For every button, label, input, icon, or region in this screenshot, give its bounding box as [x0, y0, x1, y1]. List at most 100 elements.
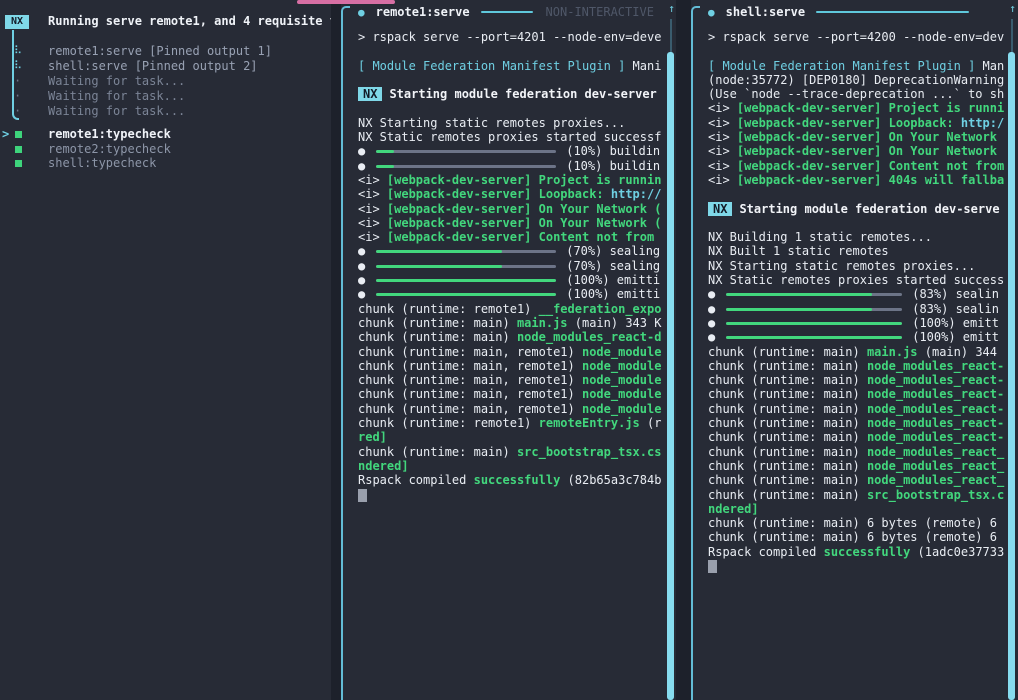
terminal-text: [webpack-dev-server] Content not from [737, 159, 1004, 173]
terminal-text: ndered] [358, 459, 409, 473]
queued-task-list: >remote1:typecheckremote2:typecheckshell… [0, 127, 331, 171]
terminal-text: remoteEntry.js [539, 416, 640, 430]
terminal-line: red] [358, 430, 667, 444]
task-label: shell:serve [Pinned output 2] [48, 59, 258, 73]
terminal-text: NX Built 1 static remotes [708, 244, 889, 258]
terminal-text: src_bootstrap_tsx.c [867, 488, 1004, 502]
progress-bar-fill [376, 165, 394, 168]
task-row[interactable]: ·Waiting for task... [0, 104, 331, 119]
progress-bar-fill [726, 322, 902, 325]
terminal-text: chunk (runtime: main) [708, 416, 867, 430]
progress-label: (83%) sealin [912, 302, 999, 316]
progress-bullet-icon: ● [358, 287, 365, 301]
scrollbar[interactable]: ↑ [667, 2, 676, 700]
terminal-text: node_modules_react- [867, 416, 1004, 430]
terminal-line: NX Starting static remotes proxies... [358, 116, 667, 130]
terminal-text: > rspack serve --port=4200 --node-env=de… [708, 30, 1004, 44]
terminal-line: ●(10%) buildin [358, 144, 667, 158]
terminal-output-shell-serve: > rspack serve --port=4200 --node-env=de… [708, 30, 1006, 700]
terminal-line: NXStarting module federation dev-server [358, 87, 667, 101]
terminal-text: [webpack-dev-server] On Your Network ( [387, 202, 662, 216]
terminal-text: chunk (runtime: main) 6 bytes (remote) 6 [708, 516, 997, 530]
terminal-line [708, 559, 1006, 573]
pane-header-remote1-serve[interactable]: ● remote1:serve NON-INTERACTIVE [358, 4, 654, 20]
scroll-up-icon[interactable]: ↑ [1008, 2, 1017, 16]
terminal-line: chunk (runtime: main) node_modules_react… [708, 402, 1006, 416]
terminal-line: NXStarting module federation dev-serve [708, 202, 1006, 216]
terminal-line: <i> [webpack-dev-server] On Your Network [708, 144, 1006, 158]
progress-bar-fill [726, 336, 902, 339]
task-row[interactable]: ⠧ shell:serve [Pinned output 2] [0, 59, 331, 74]
task-row[interactable]: shell:typecheck [0, 156, 331, 171]
terminal-line: ●(83%) sealin [708, 287, 1006, 301]
terminal-text: node_modules_react_ [867, 473, 1004, 487]
terminal-line: chunk (runtime: main) node_modules_react… [708, 445, 1006, 459]
square-icon [15, 146, 22, 153]
terminal-line: <i> [webpack-dev-server] On Your Network… [358, 202, 667, 216]
terminal-text: chunk (runtime: main) [708, 387, 867, 401]
terminal-pane-remote1-serve: ● remote1:serve NON-INTERACTIVE > rspack… [341, 0, 676, 700]
task-row[interactable]: ·Waiting for task... [0, 74, 331, 89]
terminal-line: NX Static remotes proxies started succes… [708, 273, 1006, 287]
terminal-line: ●(83%) sealin [708, 302, 1006, 316]
terminal-text: ndered] [708, 502, 759, 516]
terminal-text: successfully [474, 473, 561, 487]
progress-label: (10%) buildin [566, 144, 660, 158]
terminal-text: node_module [582, 373, 661, 387]
terminal-text: Rspack compiled [708, 545, 824, 559]
top-pink-accent-bar [297, 0, 395, 4]
progress-bar [726, 336, 902, 339]
progress-label: (100%) emitt [912, 316, 999, 330]
terminal-line: (Use `node --trace-deprecation ...` to s… [708, 87, 1006, 101]
pane-header-shell-serve[interactable]: ● shell:serve [708, 4, 969, 20]
running-bullet-icon: ● [358, 6, 365, 19]
scroll-up-icon[interactable]: ↑ [667, 2, 676, 16]
task-label: Waiting for task... [48, 74, 185, 88]
task-row[interactable]: ·Waiting for task... [0, 89, 331, 104]
terminal-text: NX Starting static remotes proxies... [358, 116, 625, 130]
terminal-text: [webpack-dev-server] On Your Network [737, 144, 997, 158]
terminal-text: http:// [611, 187, 662, 201]
progress-bar-fill [376, 265, 502, 268]
spinner-icon: ⠧ [14, 59, 22, 72]
terminal-text: <i> [708, 101, 737, 115]
terminal-text: node_modules_react- [867, 387, 1004, 401]
terminal-line: (node:35772) [DEP0180] DeprecationWarnin… [708, 73, 1006, 87]
progress-bullet-icon: ● [358, 244, 365, 258]
terminal-text: <i> [708, 173, 737, 187]
progress-bar [726, 293, 902, 296]
progress-bar-fill [376, 150, 394, 153]
terminal-text: chunk (runtime: main) [708, 345, 867, 359]
terminal-line: chunk (runtime: main) src_bootstrap_tsx.… [708, 488, 1006, 502]
terminal-text: main.js [867, 345, 918, 359]
task-row[interactable]: >remote1:typecheck [0, 127, 331, 142]
progress-bar [376, 279, 556, 282]
task-row[interactable]: remote2:typecheck [0, 142, 331, 157]
terminal-line: <i> [webpack-dev-server] Content not fro… [358, 230, 667, 244]
pinned-task-list: ⠧remote1:serve [Pinned output 1]⠧ shell:s… [0, 44, 331, 119]
progress-label: (10%) buildin [566, 159, 660, 173]
terminal-line: Rspack compiled successfully (82b65a3c78… [358, 473, 667, 487]
progress-bullet-icon: ● [358, 159, 365, 173]
terminal-line: <i> [webpack-dev-server] Content not fro… [708, 159, 1006, 173]
terminal-line [358, 44, 667, 58]
terminal-text: <i> [708, 130, 737, 144]
terminal-text: (r [640, 416, 662, 430]
terminal-line: chunk (runtime: main) 6 bytes (remote) 6 [708, 516, 1006, 530]
terminal-text: chunk (runtime: main) [358, 330, 517, 344]
terminal-text: <i> [708, 116, 737, 130]
terminal-line [708, 187, 1006, 201]
terminal-text: (main) 343 K [568, 316, 662, 330]
scrollbar[interactable]: ↑ [1008, 2, 1017, 700]
scrollbar-thumb[interactable] [1008, 52, 1015, 700]
pane-title: shell:serve [726, 5, 805, 19]
scrollbar-thumb[interactable] [667, 52, 674, 700]
terminal-line: <i> [webpack-dev-server] Project is runn… [708, 101, 1006, 115]
terminal-text: chunk (runtime: remote1) [358, 416, 539, 430]
terminal-text: [webpack-dev-server] Project is runnin [387, 173, 662, 187]
terminal-text: Starting module federation dev-server [389, 87, 656, 101]
progress-bar [376, 293, 556, 296]
task-row[interactable]: ⠧remote1:serve [Pinned output 1] [0, 44, 331, 59]
terminal-line: ●(100%) emitti [358, 287, 667, 301]
progress-bar [376, 265, 556, 268]
